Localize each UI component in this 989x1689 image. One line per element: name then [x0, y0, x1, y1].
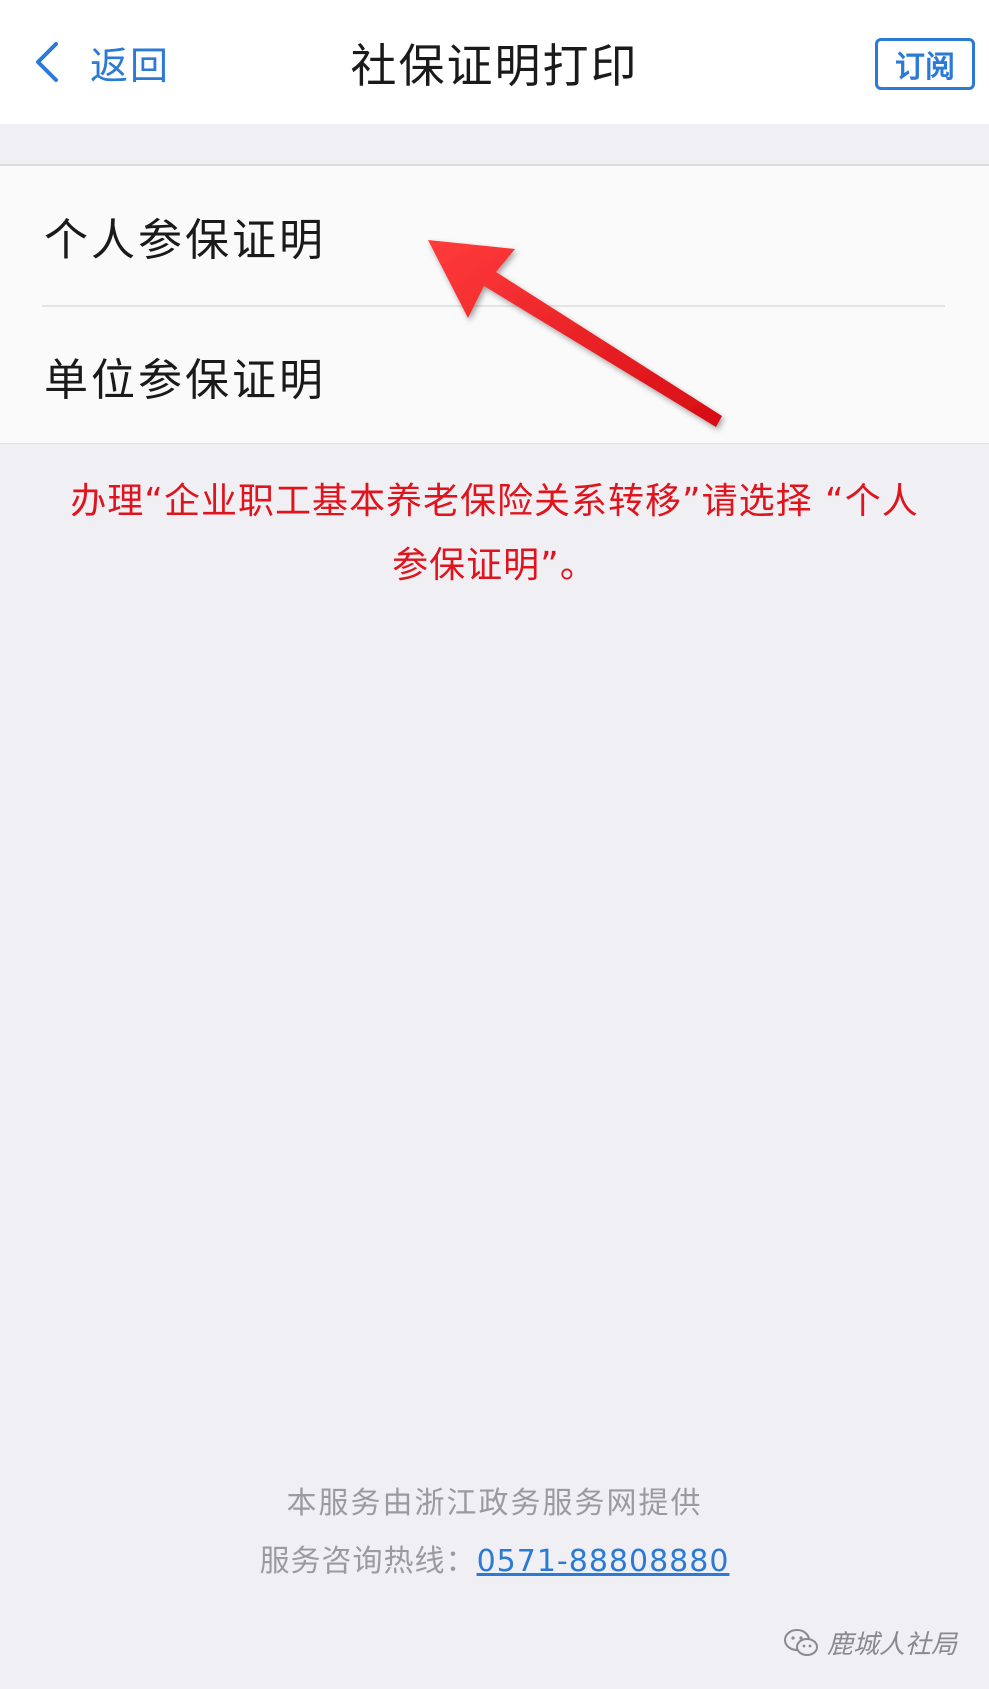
wechat-icon — [783, 1628, 819, 1658]
hotline-row: 服务咨询热线：0571-88808880 — [0, 1536, 989, 1580]
watermark: 鹿城人社局 — [783, 1624, 957, 1661]
option-list: 个人参保证明 单位参保证明 — [0, 164, 989, 444]
nav-bar: 返回 社保证明打印 订阅 — [0, 0, 989, 124]
annotation-note: 办理“企业职工基本养老保险关系转移”请选择 “个人参保证明”。 — [70, 481, 919, 586]
watermark-text: 鹿城人社局 — [826, 1630, 957, 1660]
page-title: 社保证明打印 — [350, 39, 639, 93]
hotline-label: 服务咨询热线： — [259, 1544, 477, 1579]
screen: 返回 社保证明打印 订阅 个人参保证明 单位参保证明 办理“企业职工基本养老保险… — [0, 0, 989, 1689]
hotline-link[interactable]: 0571-88808880 — [477, 1544, 730, 1579]
provider-note: 本服务由浙江政务服务网提供 — [286, 1486, 703, 1521]
list-item-company-certificate[interactable]: 单位参保证明 — [0, 306, 989, 445]
subscribe-button[interactable]: 订阅 — [875, 38, 975, 90]
list-item-personal-certificate[interactable]: 个人参保证明 — [0, 166, 989, 305]
